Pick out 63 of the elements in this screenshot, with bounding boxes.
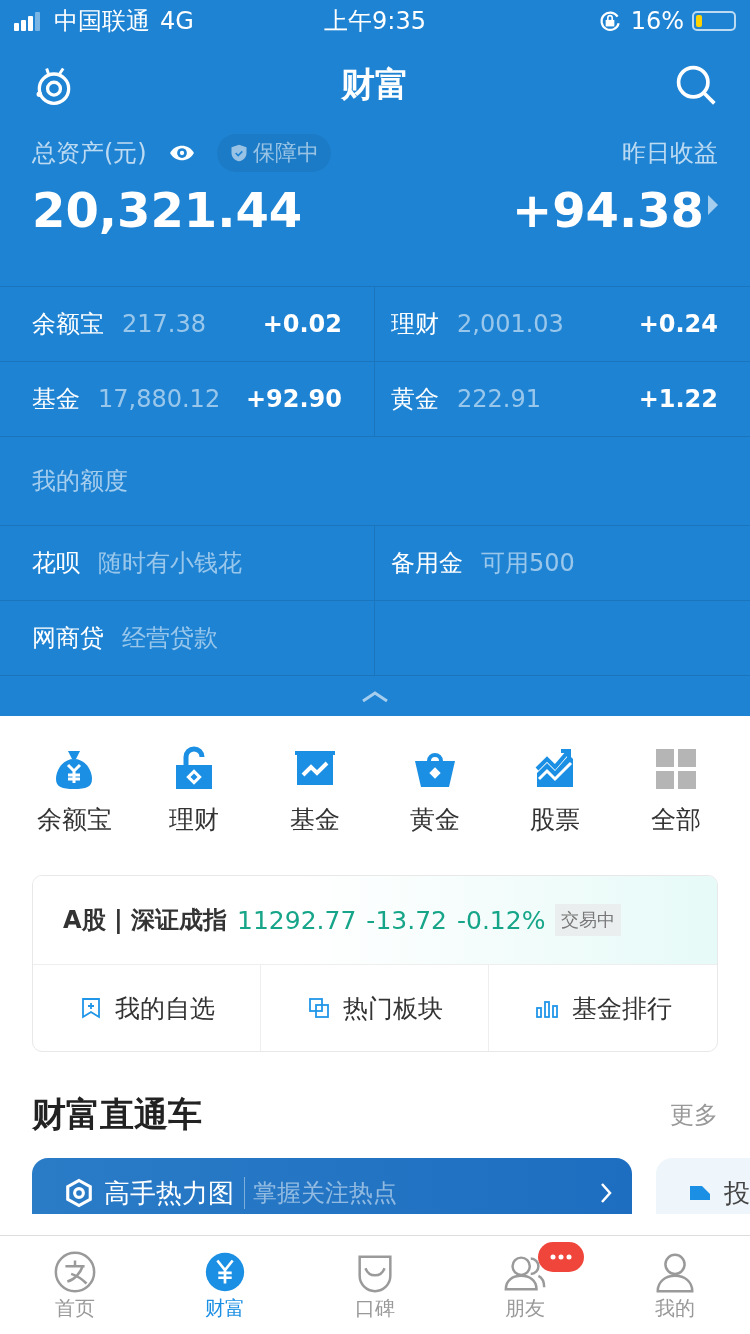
hexagon-icon xyxy=(64,1178,94,1208)
credit-description: 经营贷款 xyxy=(122,623,218,654)
shortcut-item[interactable]: 理财 xyxy=(134,744,255,837)
chevron-right-icon xyxy=(708,195,718,215)
holding-name[interactable]: 黄金 xyxy=(391,383,439,415)
promo-title: 高手热力图 xyxy=(104,1176,234,1210)
credit-description: 随时有小钱花 xyxy=(98,548,242,579)
carrier-name: 中国联通 xyxy=(54,6,150,37)
holding-amount: 17,880.12 xyxy=(98,385,222,413)
promo-card[interactable]: 高手热力图 掌握关注热点 xyxy=(32,1158,632,1214)
shortcut-item[interactable]: 基金 xyxy=(254,744,375,837)
market-action[interactable]: 我的自选 xyxy=(33,965,261,1051)
status-time: 上午9:35 xyxy=(324,7,426,35)
protection-badge: 保障中 xyxy=(216,134,331,172)
holding-change: +92.90 xyxy=(245,385,342,413)
holding-change: +0.24 xyxy=(638,310,718,338)
index-change: -13.72 xyxy=(366,905,447,935)
battery-percent: 16% xyxy=(630,7,684,35)
total-assets-label: 总资产(元) xyxy=(32,138,147,169)
shortcut-item[interactable]: 黄金 xyxy=(375,744,496,837)
holding-amount: 2,001.03 xyxy=(457,310,565,338)
credit-title: 我的额度 xyxy=(32,466,128,497)
tag-icon xyxy=(688,1184,712,1202)
more-link[interactable]: 更多 xyxy=(670,1099,718,1131)
tab-bar-item[interactable]: 首页 xyxy=(0,1236,150,1334)
holding-name[interactable]: 余额宝 xyxy=(32,308,104,340)
credit-name[interactable]: 花呗 xyxy=(32,547,80,579)
chevron-right-icon xyxy=(600,1182,612,1204)
index-percent: -0.12% xyxy=(456,905,546,935)
promo-title: 投 xyxy=(724,1176,750,1210)
search-icon xyxy=(674,63,718,107)
credit-name[interactable]: 备用金 xyxy=(391,547,463,579)
section-title: 财富直通车 xyxy=(32,1093,202,1136)
page-title: 财富 xyxy=(341,63,409,106)
total-assets-value: 20,321.44 xyxy=(32,182,303,238)
holding-name[interactable]: 基金 xyxy=(32,383,80,415)
holding-change: +0.02 xyxy=(262,310,342,338)
promo-card[interactable]: 投 xyxy=(656,1158,750,1214)
tab-bar-item[interactable]: 财富 xyxy=(150,1236,300,1334)
credit-description: 可用500 xyxy=(481,548,575,579)
holding-name[interactable]: 理财 xyxy=(391,308,439,340)
tab-bar-item[interactable]: 口碑 xyxy=(300,1236,450,1334)
battery-icon xyxy=(692,11,736,31)
market-action[interactable]: 热门板块 xyxy=(261,965,489,1051)
shortcut-item[interactable]: 余额宝 xyxy=(14,744,135,837)
market-action[interactable]: 基金排行 xyxy=(489,965,717,1051)
index-value: 11292.77 xyxy=(237,905,357,935)
yesterday-earnings-value[interactable]: +94.38 xyxy=(511,182,704,238)
shortcut-item[interactable]: 全部 xyxy=(615,744,736,837)
market-index-name: A股 | 深证成指 xyxy=(63,905,228,936)
credit-name[interactable]: 网商贷 xyxy=(32,622,104,654)
network-type: 4G xyxy=(160,7,194,35)
squares-icon xyxy=(306,996,331,1020)
tab-bar-item[interactable]: 朋友 xyxy=(450,1236,600,1334)
yesterday-earnings-label: 昨日收益 xyxy=(622,138,718,169)
trading-status-tag: 交易中 xyxy=(555,904,622,936)
promo-subtitle: 掌握关注热点 xyxy=(244,1177,590,1209)
holding-change: +1.22 xyxy=(638,385,718,413)
collapse-chevron-icon xyxy=(361,689,389,703)
shortcut-item[interactable]: 股票 xyxy=(495,744,616,837)
holding-amount: 222.91 xyxy=(457,385,542,413)
tab-bar-item[interactable]: 我的 xyxy=(600,1236,750,1334)
holding-amount: 217.38 xyxy=(122,310,207,338)
